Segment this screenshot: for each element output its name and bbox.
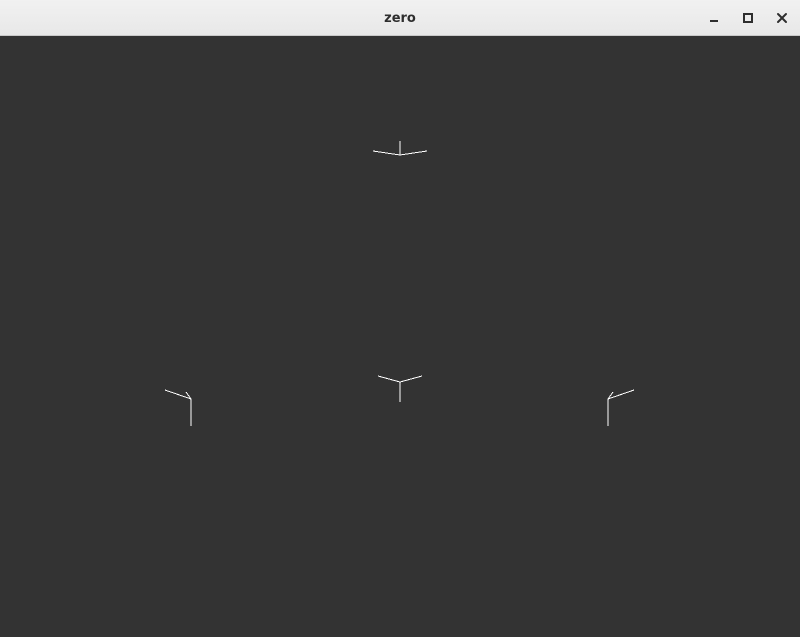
minimize-button[interactable]	[703, 7, 725, 29]
axis-line	[377, 375, 401, 383]
maximize-button[interactable]	[737, 7, 759, 29]
maximize-icon	[743, 13, 753, 23]
close-icon	[777, 13, 787, 23]
title-bar[interactable]: zero	[0, 0, 800, 36]
axis-glyph-left	[164, 389, 192, 426]
axis-glyph-center	[377, 375, 423, 402]
app-window: zero	[0, 0, 800, 637]
window-title: zero	[384, 11, 416, 26]
minimize-icon	[710, 20, 718, 22]
axis-line	[164, 389, 192, 400]
axis-line	[399, 150, 428, 156]
render-canvas[interactable]	[0, 37, 800, 637]
axis-line	[607, 389, 635, 400]
render-surface	[164, 141, 635, 426]
axis-glyph-right	[607, 389, 635, 426]
close-button[interactable]	[771, 7, 793, 29]
axis-glyph-top	[372, 141, 428, 156]
axis-line	[399, 375, 423, 383]
axis-line	[372, 150, 401, 156]
